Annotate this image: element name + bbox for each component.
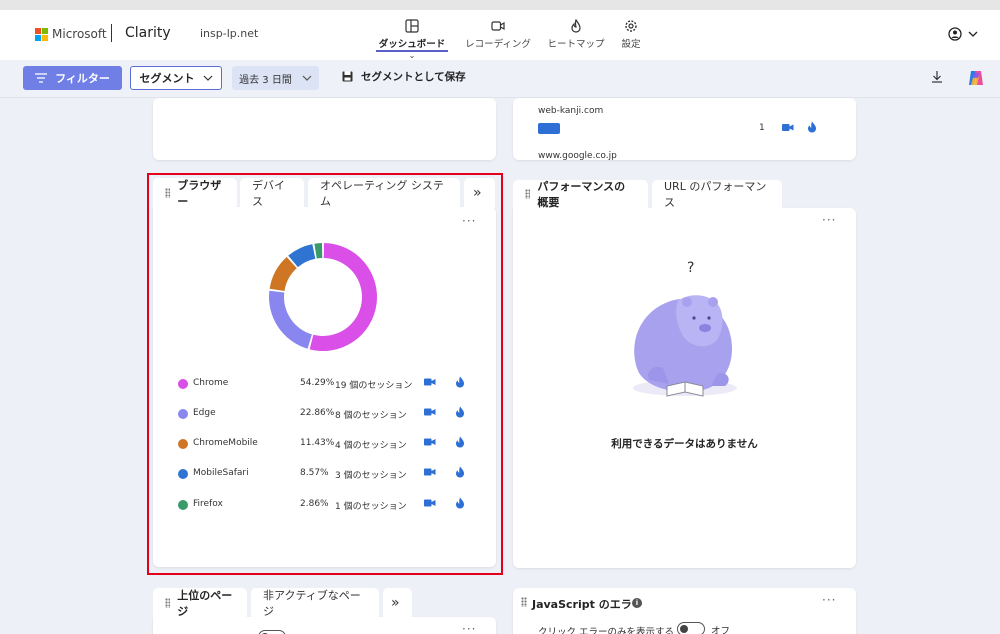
- project-name[interactable]: insp-lp.net: [200, 27, 258, 40]
- app-header: Microsoft Clarity insp-lp.net ダッシュボード ⌄ …: [0, 10, 1000, 60]
- brand-divider: [111, 24, 112, 42]
- chevron-down-icon: [203, 75, 212, 81]
- save-segment-button[interactable]: セグメントとして保存: [342, 69, 466, 84]
- date-range-label: 過去 3 日間: [239, 74, 292, 86]
- tab-more[interactable]: »: [383, 588, 412, 618]
- nav-settings-label: 設定: [621, 39, 641, 50]
- tab-url-performance[interactable]: URL のパフォーマンス: [652, 180, 782, 209]
- brand-microsoft: Microsoft: [52, 27, 107, 41]
- filter-button[interactable]: フィルター: [23, 66, 122, 90]
- microsoft-logo-icon: [35, 28, 48, 41]
- pages-card: ···: [153, 617, 496, 634]
- click-errors-toggle[interactable]: [677, 622, 705, 634]
- toggle-state-label: オフ: [711, 626, 731, 634]
- date-range-dropdown[interactable]: 過去 3 日間: [232, 66, 319, 90]
- question-mark: ?: [687, 260, 695, 276]
- segment-dropdown-label: セグメント: [139, 72, 195, 85]
- more-options-icon[interactable]: ···: [462, 622, 476, 634]
- save-segment-label: セグメントとして保存: [361, 71, 466, 83]
- more-options-icon[interactable]: ···: [822, 593, 836, 607]
- dashboard-icon: [405, 19, 419, 33]
- referrer-count: 1: [759, 123, 765, 133]
- referrer-bar: [538, 123, 560, 134]
- account-icon: [948, 27, 962, 41]
- js-errors-card: JavaScript のエラー i ··· クリック エラーのみを表示する オフ: [513, 588, 856, 634]
- nav-recordings-label: レコーディング: [465, 39, 531, 50]
- tab-url-performance-label: URL のパフォーマンス: [664, 180, 767, 209]
- tab-performance-overview-label: パフォーマンスの概要: [537, 180, 626, 209]
- nav-recordings[interactable]: レコーディング: [465, 10, 531, 60]
- js-errors-title: JavaScript のエラー: [532, 598, 643, 611]
- filter-button-label: フィルター: [55, 72, 110, 85]
- referrer-site[interactable]: www.google.co.jp: [538, 151, 617, 160]
- nav-settings[interactable]: 設定: [616, 10, 646, 60]
- chevron-down-icon: ⌄: [408, 51, 416, 60]
- segment-dropdown[interactable]: セグメント: [130, 66, 222, 90]
- referrers-card: web-kanji.com 1 www.google.co.jp: [513, 98, 856, 160]
- flame-icon: [571, 19, 581, 33]
- gear-icon: [625, 20, 637, 32]
- drag-handle-icon[interactable]: [525, 189, 531, 199]
- nav-heatmaps-label: ヒートマップ: [547, 39, 605, 50]
- copilot-icon[interactable]: [966, 68, 986, 88]
- chevron-down-icon: [968, 31, 978, 37]
- more-options-icon[interactable]: ···: [822, 213, 836, 227]
- tab-inactive-pages-label: 非アクティブなページ: [263, 589, 361, 618]
- performance-card: ··· ? 利用できるデータはありません: [513, 208, 856, 568]
- window-top-strip: [0, 0, 1000, 10]
- chevron-down-icon: [302, 75, 312, 81]
- highlight-frame: [147, 173, 503, 575]
- top-left-card: [153, 98, 496, 160]
- click-errors-filter-label: クリック エラーのみを表示する: [538, 627, 675, 634]
- save-icon: [342, 71, 353, 82]
- partial-toggle[interactable]: [258, 630, 286, 634]
- referrer-site[interactable]: web-kanji.com: [538, 106, 603, 116]
- account-menu[interactable]: [948, 27, 978, 41]
- flame-icon[interactable]: [807, 121, 817, 133]
- filter-icon: [35, 73, 48, 83]
- video-icon: [491, 21, 505, 31]
- tab-performance-overview[interactable]: パフォーマンスの概要: [513, 180, 648, 209]
- bear-illustration-icon: [633, 295, 737, 397]
- empty-state-text: 利用できるデータはありません: [611, 438, 758, 450]
- tab-top-pages[interactable]: 上位のページ: [153, 588, 247, 618]
- double-chevron-icon: »: [391, 595, 400, 611]
- tab-inactive-pages[interactable]: 非アクティブなページ: [251, 588, 379, 618]
- video-icon[interactable]: [782, 123, 794, 132]
- brand-clarity[interactable]: Clarity: [125, 25, 171, 41]
- nav-dashboard[interactable]: ダッシュボード ⌄: [376, 10, 448, 60]
- download-icon[interactable]: [931, 70, 943, 83]
- nav-dashboard-label: ダッシュボード: [378, 39, 446, 50]
- toolbar: フィルター セグメント 過去 3 日間 セグメントとして保存: [0, 60, 1000, 98]
- drag-handle-icon[interactable]: [521, 597, 527, 607]
- tab-top-pages-label: 上位のページ: [177, 589, 233, 618]
- info-icon[interactable]: i: [632, 598, 642, 608]
- drag-handle-icon[interactable]: [165, 598, 171, 608]
- nav-heatmaps[interactable]: ヒートマップ: [547, 10, 605, 60]
